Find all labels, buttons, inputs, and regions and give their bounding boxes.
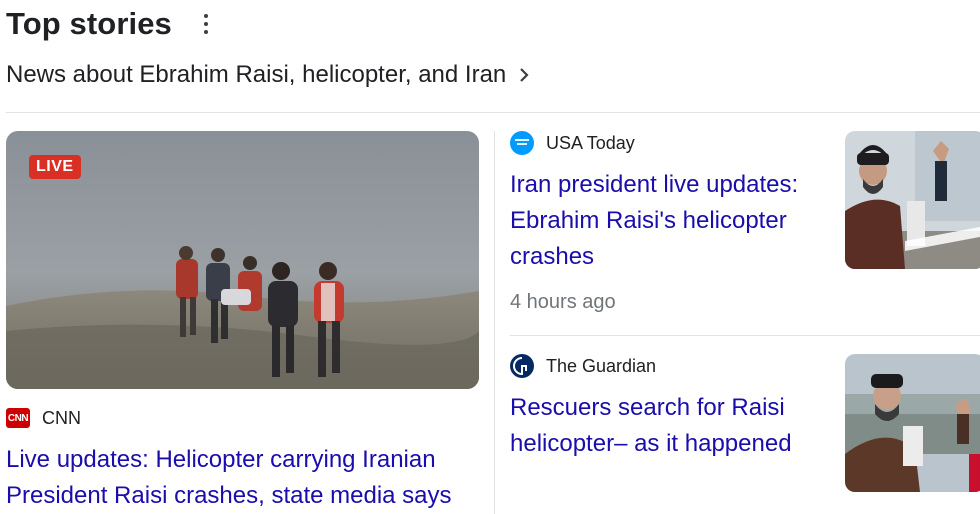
story-card-usa-today[interactable]: USA Today Iran president live updates: E… [510,131,980,331]
more-vert-icon[interactable] [196,9,216,39]
section-title: Top stories [6,6,172,41]
main-story-source: CNN CNN [6,406,81,430]
live-badge: LIVE [29,155,81,179]
story-source: The Guardian [510,354,656,378]
source-name: USA Today [546,132,635,153]
main-story-card[interactable]: LIVE CNN CNN Live updates: Helicopter ca… [6,131,479,509]
related-topics-label: News about Ebrahim Raisi, helicopter, an… [6,61,507,88]
story-headline[interactable]: Rescuers search for Raisi helicopter– as… [510,390,830,462]
usa-today-logo-icon [510,131,534,155]
story-timestamp: 4 hours ago [510,291,616,313]
chevron-right-icon [518,68,532,82]
raisi-at-dam-image[interactable] [845,354,980,492]
top-stories-header: Top stories [6,4,216,44]
story-divider [510,335,980,336]
story-card-guardian[interactable]: The Guardian Rescuers search for Raisi h… [510,354,980,514]
story-headline[interactable]: Iran president live updates: Ebrahim Rai… [510,167,820,275]
guardian-logo-icon [510,354,534,378]
source-name: CNN [42,407,81,428]
rescuers-in-fog-image[interactable]: LIVE [6,131,479,389]
story-source: USA Today [510,131,635,155]
related-topics-link[interactable]: News about Ebrahim Raisi, helicopter, an… [6,58,532,92]
raisi-waving-image[interactable] [845,131,980,269]
header-divider [6,112,980,113]
source-name: The Guardian [546,355,657,376]
main-story-headline[interactable]: Live updates: Helicopter carrying Irania… [6,442,476,514]
cnn-logo-icon: CNN [6,408,30,428]
column-divider [494,131,495,514]
